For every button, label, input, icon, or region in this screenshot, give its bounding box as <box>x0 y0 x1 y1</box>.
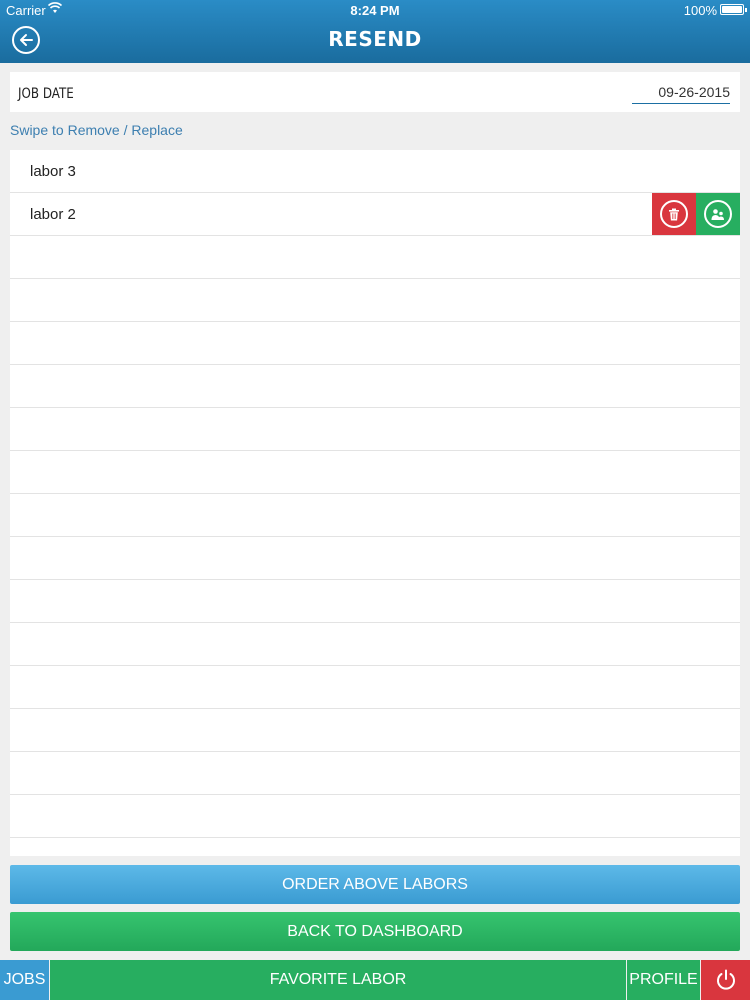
remove-button[interactable] <box>652 193 696 235</box>
list-item[interactable]: labor 2 <box>10 193 740 236</box>
empty-row <box>10 752 740 795</box>
empty-row <box>10 709 740 752</box>
tab-profile[interactable]: PROFILE <box>627 960 700 1000</box>
empty-row <box>10 838 740 856</box>
clock: 8:24 PM <box>350 3 400 18</box>
trash-icon <box>669 208 679 220</box>
empty-row <box>10 322 740 365</box>
list-item[interactable]: labor 3 <box>10 150 740 193</box>
app-header: Carrier 8:24 PM 100% RESEND <box>0 0 750 63</box>
battery-percent: 100% <box>683 3 717 18</box>
tab-jobs[interactable]: JOBS <box>0 960 49 1000</box>
bottom-tab-bar: JOBS FAVORITE LABOR PROFILE <box>0 960 750 1000</box>
job-date-field[interactable] <box>632 80 730 104</box>
empty-row <box>10 236 740 279</box>
page-title: RESEND <box>328 27 422 51</box>
order-above-labors-button[interactable]: ORDER ABOVE LABORS <box>10 865 740 904</box>
empty-row <box>10 623 740 666</box>
empty-row <box>10 279 740 322</box>
labor-name: labor 3 <box>30 163 76 180</box>
replace-button[interactable] <box>696 193 740 235</box>
logout-button[interactable] <box>701 960 750 1000</box>
job-date-row: JOB DATE <box>10 72 740 112</box>
empty-row <box>10 408 740 451</box>
swap-user-icon <box>711 208 724 220</box>
empty-row <box>10 451 740 494</box>
tab-favorite-labor[interactable]: FAVORITE LABOR <box>50 960 626 1000</box>
empty-row <box>10 494 740 537</box>
empty-row <box>10 537 740 580</box>
power-icon <box>716 969 735 990</box>
job-date-label: JOB DATE <box>18 86 74 102</box>
labor-name: labor 2 <box>30 206 76 223</box>
back-to-dashboard-button[interactable]: BACK TO DASHBOARD <box>10 912 740 951</box>
status-bar: Carrier 8:24 PM 100% <box>0 0 750 20</box>
empty-row <box>10 666 740 709</box>
battery-icon <box>720 4 747 15</box>
empty-row <box>10 580 740 623</box>
empty-row <box>10 365 740 408</box>
swipe-hint: Swipe to Remove / Replace <box>10 122 183 138</box>
empty-row <box>10 795 740 838</box>
labor-list: labor 3 labor 2 <box>10 150 740 856</box>
